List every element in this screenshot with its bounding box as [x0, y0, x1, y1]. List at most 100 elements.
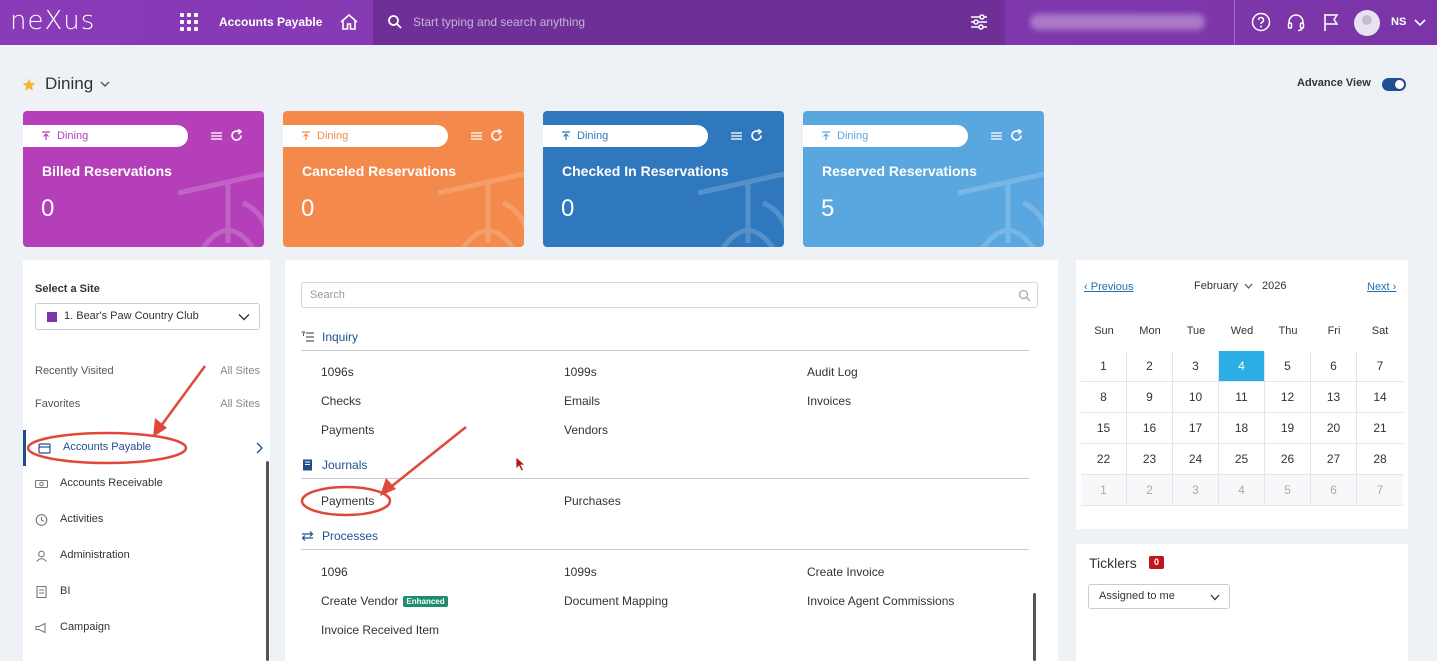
menu-link-process-1099s[interactable]: 1099s — [564, 565, 597, 579]
calendar-day[interactable]: 8 — [1081, 382, 1127, 413]
favorite-star-icon[interactable] — [22, 78, 36, 92]
menu-link-emails[interactable]: Emails — [564, 394, 600, 408]
refresh-icon[interactable] — [1010, 129, 1023, 142]
menu-scrollbar[interactable] — [1033, 593, 1036, 661]
calendar-day[interactable]: 16 — [1127, 413, 1173, 444]
calendar-day[interactable]: 13 — [1311, 382, 1357, 413]
menu-link-checks[interactable]: Checks — [321, 394, 361, 408]
calendar-day[interactable]: 12 — [1265, 382, 1311, 413]
chevron-down-icon[interactable] — [1414, 16, 1426, 28]
advance-view-toggle[interactable] — [1382, 78, 1406, 91]
sliders-icon[interactable] — [730, 130, 743, 142]
menu-link-1096s[interactable]: 1096s — [321, 365, 354, 379]
refresh-icon[interactable] — [230, 129, 243, 142]
sidebar-scrollbar[interactable] — [266, 461, 269, 661]
sidebar-item-administration[interactable]: Administration — [23, 538, 266, 574]
chevron-down-icon[interactable] — [1244, 283, 1253, 289]
menu-link-invoices[interactable]: Invoices — [807, 394, 851, 408]
calendar-day[interactable]: 1 — [1081, 475, 1127, 506]
favorites-label[interactable]: Favorites — [35, 398, 80, 410]
calendar-previous-link[interactable]: ‹ Previous — [1084, 281, 1134, 293]
global-search-input[interactable] — [413, 12, 933, 32]
calendar-day[interactable]: 6 — [1311, 351, 1357, 382]
kpi-card[interactable]: Dining Reserved Reservations 5 — [803, 111, 1044, 247]
calendar-day[interactable]: 3 — [1173, 351, 1219, 382]
calendar-day[interactable]: 23 — [1127, 444, 1173, 475]
chevron-down-icon[interactable] — [100, 80, 110, 88]
calendar-day[interactable]: 2 — [1127, 351, 1173, 382]
calendar-day[interactable]: 22 — [1081, 444, 1127, 475]
sliders-icon[interactable] — [210, 130, 223, 142]
calendar-day[interactable]: 10 — [1173, 382, 1219, 413]
recently-visited-all-sites[interactable]: All Sites — [220, 365, 260, 377]
menu-search-input[interactable] — [310, 287, 1000, 303]
calendar-day[interactable]: 1 — [1081, 351, 1127, 382]
calendar-day[interactable]: 4 — [1219, 475, 1265, 506]
calendar-day[interactable]: 5 — [1265, 351, 1311, 382]
calendar-day[interactable]: 15 — [1081, 413, 1127, 444]
calendar-day[interactable]: 9 — [1127, 382, 1173, 413]
page-title[interactable]: Dining — [45, 74, 93, 94]
calendar-next-link[interactable]: Next › — [1367, 281, 1396, 293]
refresh-icon[interactable] — [750, 129, 763, 142]
refresh-icon[interactable] — [490, 129, 503, 142]
calendar-day[interactable]: 7 — [1357, 351, 1403, 382]
calendar-day[interactable]: 14 — [1357, 382, 1403, 413]
calendar-day[interactable]: 20 — [1311, 413, 1357, 444]
nexus-logo[interactable]: neXus — [10, 6, 95, 36]
user-initials[interactable]: NS — [1391, 16, 1406, 28]
calendar-day[interactable]: 18 — [1219, 413, 1265, 444]
menu-link-document-mapping[interactable]: Document Mapping — [564, 594, 668, 608]
calendar-day[interactable]: 27 — [1311, 444, 1357, 475]
sliders-icon[interactable] — [990, 130, 1003, 142]
recently-visited-label[interactable]: Recently Visited — [35, 365, 114, 377]
avatar[interactable] — [1354, 10, 1380, 36]
menu-link-vendors[interactable]: Vendors — [564, 423, 608, 437]
module-title[interactable]: Accounts Payable — [219, 15, 322, 29]
calendar-day[interactable]: 11 — [1219, 382, 1265, 413]
sliders-icon[interactable] — [969, 13, 989, 31]
sidebar-item-campaign[interactable]: Campaign — [23, 610, 266, 646]
menu-link-invoice-received-item[interactable]: Invoice Received Item — [321, 623, 439, 637]
sidebar-item-activities[interactable]: Activities — [23, 502, 266, 538]
headset-icon[interactable] — [1286, 12, 1306, 32]
menu-link-1099s[interactable]: 1099s — [564, 365, 597, 379]
calendar-day[interactable]: 28 — [1357, 444, 1403, 475]
menu-link-invoice-agent-commissions[interactable]: Invoice Agent Commissions — [807, 594, 954, 608]
menu-link-1096[interactable]: 1096 — [321, 565, 348, 579]
sliders-icon[interactable] — [470, 130, 483, 142]
kpi-card[interactable]: Dining Billed Reservations 0 — [23, 111, 264, 247]
calendar-year[interactable]: 2026 — [1262, 280, 1286, 292]
sidebar-item-accounts-payable[interactable]: Accounts Payable — [23, 430, 266, 466]
favorites-all-sites[interactable]: All Sites — [220, 398, 260, 410]
sidebar-item-bi[interactable]: BI — [23, 574, 266, 610]
calendar-day[interactable]: 6 — [1311, 475, 1357, 506]
calendar-day[interactable]: 21 — [1357, 413, 1403, 444]
menu-link-create-invoice[interactable]: Create Invoice — [807, 565, 884, 579]
calendar-day[interactable]: 5 — [1265, 475, 1311, 506]
calendar-day[interactable]: 7 — [1357, 475, 1403, 506]
kpi-card[interactable]: Dining Canceled Reservations 0 — [283, 111, 524, 247]
ticklers-filter-select[interactable]: Assigned to me — [1088, 584, 1230, 609]
calendar-day[interactable]: 3 — [1173, 475, 1219, 506]
calendar-day[interactable]: 17 — [1173, 413, 1219, 444]
kpi-card[interactable]: Dining Checked In Reservations 0 — [543, 111, 784, 247]
help-icon[interactable] — [1251, 12, 1271, 32]
apps-grid-icon[interactable] — [180, 13, 198, 31]
calendar-day[interactable]: 19 — [1265, 413, 1311, 444]
current-site-selector[interactable] — [1030, 14, 1205, 30]
menu-link-inquiry-payments[interactable]: Payments — [321, 423, 374, 437]
menu-link-create-vendor[interactable]: Create Vendor Enhanced — [321, 594, 448, 608]
calendar-day[interactable]: 4 — [1219, 351, 1265, 382]
sidebar-item-accounts-receivable[interactable]: Accounts Receivable — [23, 466, 266, 502]
site-select[interactable]: 1. Bear's Paw Country Club — [35, 303, 260, 330]
home-icon[interactable] — [338, 11, 360, 33]
calendar-day[interactable]: 25 — [1219, 444, 1265, 475]
menu-link-journal-payments[interactable]: Payments — [321, 494, 374, 508]
calendar-month[interactable]: February — [1194, 280, 1238, 292]
menu-link-purchases[interactable]: Purchases — [564, 494, 621, 508]
menu-link-audit-log[interactable]: Audit Log — [807, 365, 858, 379]
calendar-day[interactable]: 2 — [1127, 475, 1173, 506]
calendar-day[interactable]: 24 — [1173, 444, 1219, 475]
flag-icon[interactable] — [1322, 12, 1340, 32]
